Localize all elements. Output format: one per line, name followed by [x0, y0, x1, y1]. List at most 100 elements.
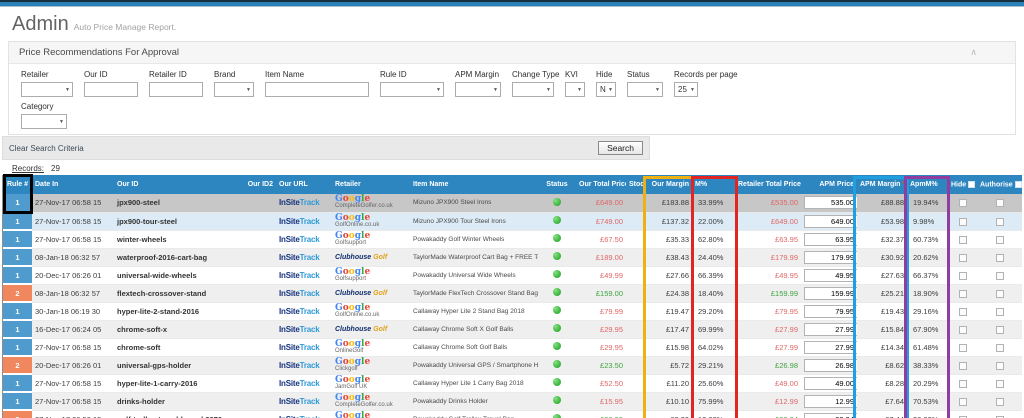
our-url-cell[interactable]: InSiteTrack	[276, 320, 332, 339]
apm-price-input[interactable]	[804, 412, 857, 418]
authorise-checkbox[interactable]	[995, 361, 1004, 370]
table-row[interactable]: 1 27-Nov-17 06:58 15 winter-wheels InSit…	[3, 230, 1022, 249]
our-id-input[interactable]	[84, 82, 138, 97]
table-row[interactable]: 1 30-Jan-18 06:19 30 hyper-lite-2-stand-…	[3, 302, 1022, 321]
collapse-icon[interactable]: ∧	[970, 47, 977, 58]
hide-checkbox[interactable]	[958, 325, 967, 334]
our-url-cell[interactable]: InSiteTrack	[276, 392, 332, 411]
col-retailer-total-price[interactable]: Retailer Total Price	[735, 175, 801, 194]
apm-price-input[interactable]	[804, 250, 857, 264]
retailer-cell[interactable]: Google CompleteGolfer.co.uk	[332, 392, 410, 411]
hide-checkbox[interactable]	[958, 343, 967, 352]
kvi-select[interactable]: ▼	[565, 82, 585, 97]
rule-id-select[interactable]: ▼	[380, 82, 444, 97]
item-name-input[interactable]	[265, 82, 369, 97]
apm-price-input[interactable]	[804, 376, 857, 390]
authorise-checkbox[interactable]	[995, 217, 1004, 226]
apm-price-input[interactable]	[804, 304, 857, 318]
retailer-cell[interactable]: Google JamGolf UK	[332, 374, 410, 393]
apm-price-input[interactable]	[804, 232, 857, 246]
hide-checkbox[interactable]	[958, 379, 967, 388]
our-url-cell[interactable]: InSiteTrack	[276, 338, 332, 357]
hide-checkbox[interactable]	[958, 235, 967, 244]
authorise-checkbox[interactable]	[995, 307, 1004, 316]
retailer-cell[interactable]: Clubhouse Golf	[332, 248, 410, 267]
retailer-cell[interactable]: Google Golfsupport	[332, 266, 410, 285]
col-our-id2[interactable]: Our ID2	[236, 175, 276, 194]
apm-price-input[interactable]	[804, 286, 857, 300]
authorise-checkbox[interactable]	[995, 289, 1004, 298]
authorise-checkbox[interactable]	[995, 343, 1004, 352]
hide-checkbox[interactable]	[958, 289, 967, 298]
our-url-cell[interactable]: InSiteTrack	[276, 410, 332, 418]
our-url-cell[interactable]: InSiteTrack	[276, 230, 332, 249]
apm-price-input[interactable]	[804, 268, 857, 282]
hide-all-checkbox[interactable]	[968, 180, 976, 188]
apm-price-input[interactable]	[804, 214, 857, 228]
hide-checkbox[interactable]	[958, 307, 967, 316]
apm-price-input[interactable]	[804, 322, 857, 336]
col-stock[interactable]: Stock	[626, 175, 646, 194]
retailer-id-input[interactable]	[149, 82, 203, 97]
table-row[interactable]: 1 20-Dec-17 06:26 01 universal-wide-whee…	[3, 266, 1022, 285]
col-our-margin[interactable]: Our Margin	[646, 175, 692, 194]
brand-select[interactable]: ▼	[214, 82, 254, 97]
col-our-total-price[interactable]: Our Total Price	[576, 175, 626, 194]
col-apm-price[interactable]: APM Price	[801, 175, 857, 194]
col-retailer[interactable]: Retailer	[332, 175, 410, 194]
change-type-select[interactable]: ▼	[512, 82, 554, 97]
col-our-id[interactable]: Our ID	[114, 175, 236, 194]
our-url-cell[interactable]: InSiteTrack	[276, 356, 332, 375]
table-row[interactable]: 1 27-Nov-17 06:58 15 drinks-holder InSit…	[3, 392, 1022, 411]
col-our-url[interactable]: Our URL	[276, 175, 332, 194]
apm-price-input[interactable]	[804, 196, 857, 210]
hide-checkbox[interactable]	[958, 217, 967, 226]
table-row[interactable]: 1 27-Nov-17 06:58 15 jpx900-tour-steel I…	[3, 212, 1022, 231]
authorise-checkbox[interactable]	[995, 199, 1004, 208]
retailer-cell[interactable]: Google Clickgolf	[332, 356, 410, 375]
table-row[interactable]: 2 08-Jan-18 06:32 57 flextech-crossover-…	[3, 284, 1022, 303]
table-row[interactable]: 1 16-Dec-17 06:24 05 chrome-soft-x InSit…	[3, 320, 1022, 339]
apm-margin-select[interactable]: ▼	[455, 82, 501, 97]
hide-checkbox[interactable]	[958, 199, 967, 208]
retailer-select[interactable]: ▼	[21, 82, 73, 97]
hide-checkbox[interactable]	[958, 361, 967, 370]
retailer-cell[interactable]: Clubhouse Golf	[332, 284, 410, 303]
col-apm-m-pct[interactable]: ApmM%	[907, 175, 948, 194]
col-rule[interactable]: Rule #	[3, 175, 32, 194]
hide-select[interactable]: N ▼	[596, 82, 616, 97]
retailer-cell[interactable]: Google CompleteGolfer.co.uk	[332, 194, 410, 213]
authorise-checkbox[interactable]	[995, 253, 1004, 262]
retailer-cell[interactable]: Google GolfOnline.co.uk	[332, 302, 410, 321]
apm-price-input[interactable]	[804, 340, 857, 354]
our-url-cell[interactable]: InSiteTrack	[276, 248, 332, 267]
retailer-cell[interactable]: GoogleAffordable Golf	[332, 410, 410, 418]
authorise-checkbox[interactable]	[995, 271, 1004, 280]
table-row[interactable]: 1 27-Nov-17 06:58 15 jpx900-steel InSite…	[3, 194, 1022, 213]
clear-search-link[interactable]: Clear Search Criteria	[9, 144, 84, 153]
apm-price-input[interactable]	[804, 358, 857, 372]
authorise-checkbox[interactable]	[995, 325, 1004, 334]
authorise-checkbox[interactable]	[995, 235, 1004, 244]
col-authorise[interactable]: Authorise	[977, 175, 1022, 194]
status-select[interactable]: ▼	[627, 82, 663, 97]
our-url-cell[interactable]: InSiteTrack	[276, 212, 332, 231]
retailer-cell[interactable]: Google GolfOnline.co.uk	[332, 212, 410, 231]
col-hide[interactable]: Hide	[948, 175, 977, 194]
retailer-cell[interactable]: Google OnlineGolf	[332, 338, 410, 357]
col-m-pct[interactable]: M%	[692, 175, 735, 194]
table-row[interactable]: 1 08-Jan-18 06:32 57 waterproof-2016-car…	[3, 248, 1022, 267]
col-item-name[interactable]: Item Name	[410, 175, 538, 194]
records-per-page-select[interactable]: 25 ▼	[674, 82, 698, 97]
our-url-cell[interactable]: InSiteTrack	[276, 284, 332, 303]
authorise-checkbox[interactable]	[995, 397, 1004, 406]
hide-checkbox[interactable]	[958, 253, 967, 262]
retailer-cell[interactable]: Google Golfsupport	[332, 230, 410, 249]
table-row[interactable]: 1 27-Nov-17 06:58 15 chrome-soft InSiteT…	[3, 338, 1022, 357]
search-button[interactable]: Search	[598, 141, 643, 155]
our-url-cell[interactable]: InSiteTrack	[276, 266, 332, 285]
our-url-cell[interactable]: InSiteTrack	[276, 194, 332, 213]
our-url-cell[interactable]: InSiteTrack	[276, 374, 332, 393]
our-url-cell[interactable]: InSiteTrack	[276, 302, 332, 321]
col-date-in[interactable]: Date In	[32, 175, 114, 194]
